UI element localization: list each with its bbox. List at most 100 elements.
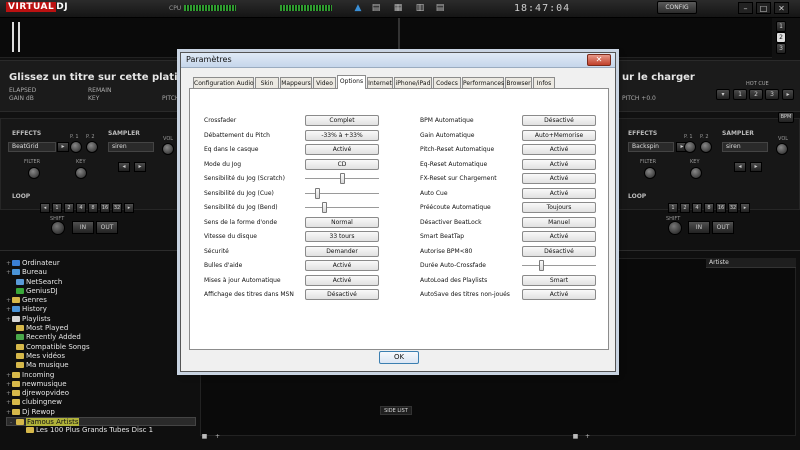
right-p1-knob[interactable] bbox=[684, 141, 696, 153]
column-artiste[interactable]: Artiste bbox=[706, 258, 796, 268]
hotcue-3[interactable]: 3 bbox=[765, 89, 779, 100]
slider-thumb[interactable] bbox=[339, 173, 345, 184]
left-shift-button[interactable] bbox=[51, 221, 65, 235]
option-value-button[interactable]: CD bbox=[305, 158, 379, 170]
option-value-button[interactable]: Complet bbox=[305, 115, 379, 126]
option-value-button[interactable]: Normal bbox=[305, 216, 379, 228]
left-loop-32[interactable]: 32 bbox=[112, 203, 122, 213]
right-loop-out[interactable]: OUT bbox=[712, 221, 734, 234]
mixer-icon[interactable]: ▤ bbox=[370, 3, 382, 14]
option-value-button[interactable]: 33 tours bbox=[305, 231, 379, 242]
tree-item[interactable]: Compatible Songs bbox=[6, 343, 196, 352]
option-value-button[interactable]: Activé bbox=[522, 158, 596, 170]
bpm-badge[interactable]: BPM bbox=[778, 112, 794, 123]
tree-item[interactable]: + Bureau bbox=[6, 268, 196, 277]
tree-item[interactable]: Most Played bbox=[6, 324, 196, 333]
left-loop-2[interactable]: 2 bbox=[64, 203, 74, 213]
right-loop-1[interactable]: 1 bbox=[668, 203, 678, 213]
ok-button[interactable]: OK bbox=[379, 351, 419, 364]
option-slider[interactable] bbox=[522, 260, 596, 271]
right-sampler-select[interactable]: siren bbox=[722, 142, 768, 152]
option-value-button[interactable]: Désactivé bbox=[305, 289, 379, 300]
left-p2-knob[interactable] bbox=[86, 141, 98, 153]
tree-item[interactable]: Recently Added bbox=[6, 333, 196, 342]
option-value-button[interactable]: Manuel bbox=[522, 216, 596, 228]
option-value-button[interactable]: Toujours bbox=[522, 202, 596, 213]
option-value-button[interactable]: Désactivé bbox=[522, 245, 596, 257]
left-sampler-prev[interactable]: ◂ bbox=[118, 162, 130, 172]
right-effect-select[interactable]: Backspin bbox=[628, 142, 674, 152]
option-value-button[interactable]: Smart bbox=[522, 274, 596, 286]
option-value-button[interactable]: Activé bbox=[522, 144, 596, 155]
deck-2-button[interactable]: 2 bbox=[776, 32, 786, 43]
left-loop-prev[interactable]: ◂ bbox=[40, 203, 50, 213]
slider-thumb[interactable] bbox=[539, 260, 545, 271]
side-list-button[interactable]: SIDE LIST bbox=[380, 406, 412, 415]
left-add-icon[interactable]: + bbox=[214, 433, 221, 440]
tree-item[interactable]: Mes vidéos bbox=[6, 352, 196, 361]
tree-item[interactable]: + Playlists bbox=[6, 315, 196, 324]
scratch-icon[interactable]: ▥ bbox=[414, 3, 426, 14]
option-value-button[interactable]: Activé bbox=[305, 274, 379, 286]
right-loop-32[interactable]: 32 bbox=[728, 203, 738, 213]
tree-item[interactable]: - Famous Artists bbox=[6, 417, 196, 427]
close-icon[interactable]: ✕ bbox=[774, 2, 789, 14]
hotcue-lock[interactable]: ▾ bbox=[716, 89, 730, 100]
tree-item[interactable]: + Ordinateur bbox=[6, 259, 196, 268]
option-slider[interactable] bbox=[305, 187, 379, 199]
option-value-button[interactable]: Demander bbox=[305, 245, 379, 257]
hotcue-next[interactable]: ▸ bbox=[782, 89, 794, 100]
right-lock-icon[interactable]: ■ bbox=[572, 433, 579, 440]
option-value-button[interactable]: Activé bbox=[305, 144, 379, 155]
option-value-button[interactable]: Activé bbox=[522, 187, 596, 199]
option-slider[interactable] bbox=[305, 202, 379, 213]
tree-item[interactable]: Les 100 Plus Grands Tubes Disc 1 bbox=[6, 426, 196, 435]
option-value-button[interactable]: Activé bbox=[522, 289, 596, 300]
hotcue-2[interactable]: 2 bbox=[749, 89, 763, 100]
record-icon[interactable]: ▲ bbox=[352, 3, 364, 14]
left-loop-4[interactable]: 4 bbox=[76, 203, 86, 213]
tree-item[interactable]: Ma musique bbox=[6, 361, 196, 370]
left-vol-knob[interactable] bbox=[162, 143, 174, 155]
option-value-button[interactable]: -33% à +33% bbox=[305, 129, 379, 141]
left-loop-1[interactable]: 1 bbox=[52, 203, 62, 213]
option-value-button[interactable]: Activé bbox=[522, 231, 596, 242]
left-effect-toggle[interactable]: ▸ bbox=[57, 142, 69, 152]
right-filter-knob[interactable] bbox=[644, 167, 656, 179]
right-loop-8[interactable]: 8 bbox=[704, 203, 714, 213]
slider-thumb[interactable] bbox=[322, 202, 328, 213]
right-sampler-next[interactable]: ▸ bbox=[750, 162, 762, 172]
left-lock-icon[interactable]: ■ bbox=[201, 433, 208, 440]
dialog-close-button[interactable]: ✕ bbox=[587, 54, 611, 66]
right-loop-16[interactable]: 16 bbox=[716, 203, 726, 213]
tree-item[interactable]: + Dj Rewop bbox=[6, 408, 196, 417]
left-sampler-select[interactable]: siren bbox=[108, 142, 154, 152]
right-add-icon[interactable]: + bbox=[584, 433, 591, 440]
right-loop-in[interactable]: IN bbox=[688, 221, 710, 234]
tab-options[interactable]: Options bbox=[337, 75, 366, 89]
tree-item[interactable]: + newmusique bbox=[6, 380, 196, 389]
right-p2-knob[interactable] bbox=[700, 141, 712, 153]
browser-icon[interactable]: ▤ bbox=[434, 3, 446, 14]
tree-item[interactable]: GeniusDJ bbox=[6, 287, 196, 296]
left-key-knob[interactable] bbox=[75, 167, 87, 179]
maximize-icon[interactable]: □ bbox=[756, 2, 771, 14]
left-sampler-next[interactable]: ▸ bbox=[134, 162, 146, 172]
option-value-button[interactable]: Activé bbox=[305, 260, 379, 271]
right-key-knob[interactable] bbox=[690, 167, 702, 179]
config-button[interactable]: CONFIG bbox=[657, 1, 697, 14]
left-filter-knob[interactable] bbox=[28, 167, 40, 179]
option-value-button[interactable]: Activé bbox=[522, 173, 596, 184]
tree-item[interactable]: NetSearch bbox=[6, 278, 196, 287]
tree-item[interactable]: + clubingnew bbox=[6, 398, 196, 407]
tree-item[interactable]: + History bbox=[6, 305, 196, 314]
right-loop-next[interactable]: ▸ bbox=[740, 203, 750, 213]
left-loop-8[interactable]: 8 bbox=[88, 203, 98, 213]
deck-1-button[interactable]: 1 bbox=[776, 21, 786, 32]
option-value-button[interactable]: Désactivé bbox=[522, 115, 596, 126]
right-loop-4[interactable]: 4 bbox=[692, 203, 702, 213]
left-loop-next[interactable]: ▸ bbox=[124, 203, 134, 213]
right-loop-2[interactable]: 2 bbox=[680, 203, 690, 213]
left-loop-16[interactable]: 16 bbox=[100, 203, 110, 213]
left-p1-knob[interactable] bbox=[70, 141, 82, 153]
